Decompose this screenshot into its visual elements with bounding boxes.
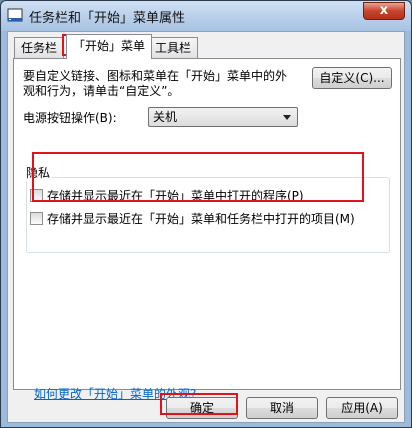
highlight-ok-button [160, 393, 238, 415]
apply-button[interactable]: 应用(A) [326, 397, 398, 419]
dialog-body: 任务栏 「开始」菜单 工具栏 要自定义链接、图标和菜单在「开始」菜单中的外观和行… [7, 31, 405, 423]
customize-button[interactable]: 自定义(C)... [312, 67, 392, 89]
highlight-privacy-options [32, 152, 364, 202]
recent-items-checkbox[interactable] [30, 211, 43, 225]
start-menu-panel: 要自定义链接、图标和菜单在「开始」菜单中的外观和行为，请单击“自定义”。 自定义… [13, 58, 401, 401]
customize-description: 要自定义链接、图标和菜单在「开始」菜单中的外观和行为，请单击“自定义”。 [23, 69, 288, 98]
properties-window: 任务栏和「开始」菜单属性 x 任务栏 「开始」菜单 工具栏 要自定义链接、图标和… [0, 0, 412, 428]
power-action-select[interactable]: 关机 [148, 107, 298, 127]
recent-items-option[interactable]: 存储并显示最近在「开始」菜单和任务栏中打开的项目(M) [30, 210, 355, 226]
power-button-label: 电源按钮操作(B): [23, 111, 117, 125]
power-action-value: 关机 [153, 110, 178, 124]
title-bar[interactable]: 任务栏和「开始」菜单属性 x [1, 1, 411, 29]
close-icon: x [379, 3, 389, 18]
close-button[interactable]: x [363, 2, 405, 20]
taskbar-icon [7, 8, 23, 22]
tab-toolbars[interactable]: 工具栏 [148, 37, 199, 58]
tab-taskbar[interactable]: 任务栏 [14, 37, 65, 58]
window-title: 任务栏和「开始」菜单属性 [29, 11, 186, 26]
cancel-button[interactable]: 取消 [246, 397, 318, 419]
chevron-down-icon [283, 115, 291, 120]
recent-items-label: 存储并显示最近在「开始」菜单和任务栏中打开的项目(M) [47, 211, 355, 226]
tab-start-menu[interactable]: 「开始」菜单 [66, 34, 153, 59]
